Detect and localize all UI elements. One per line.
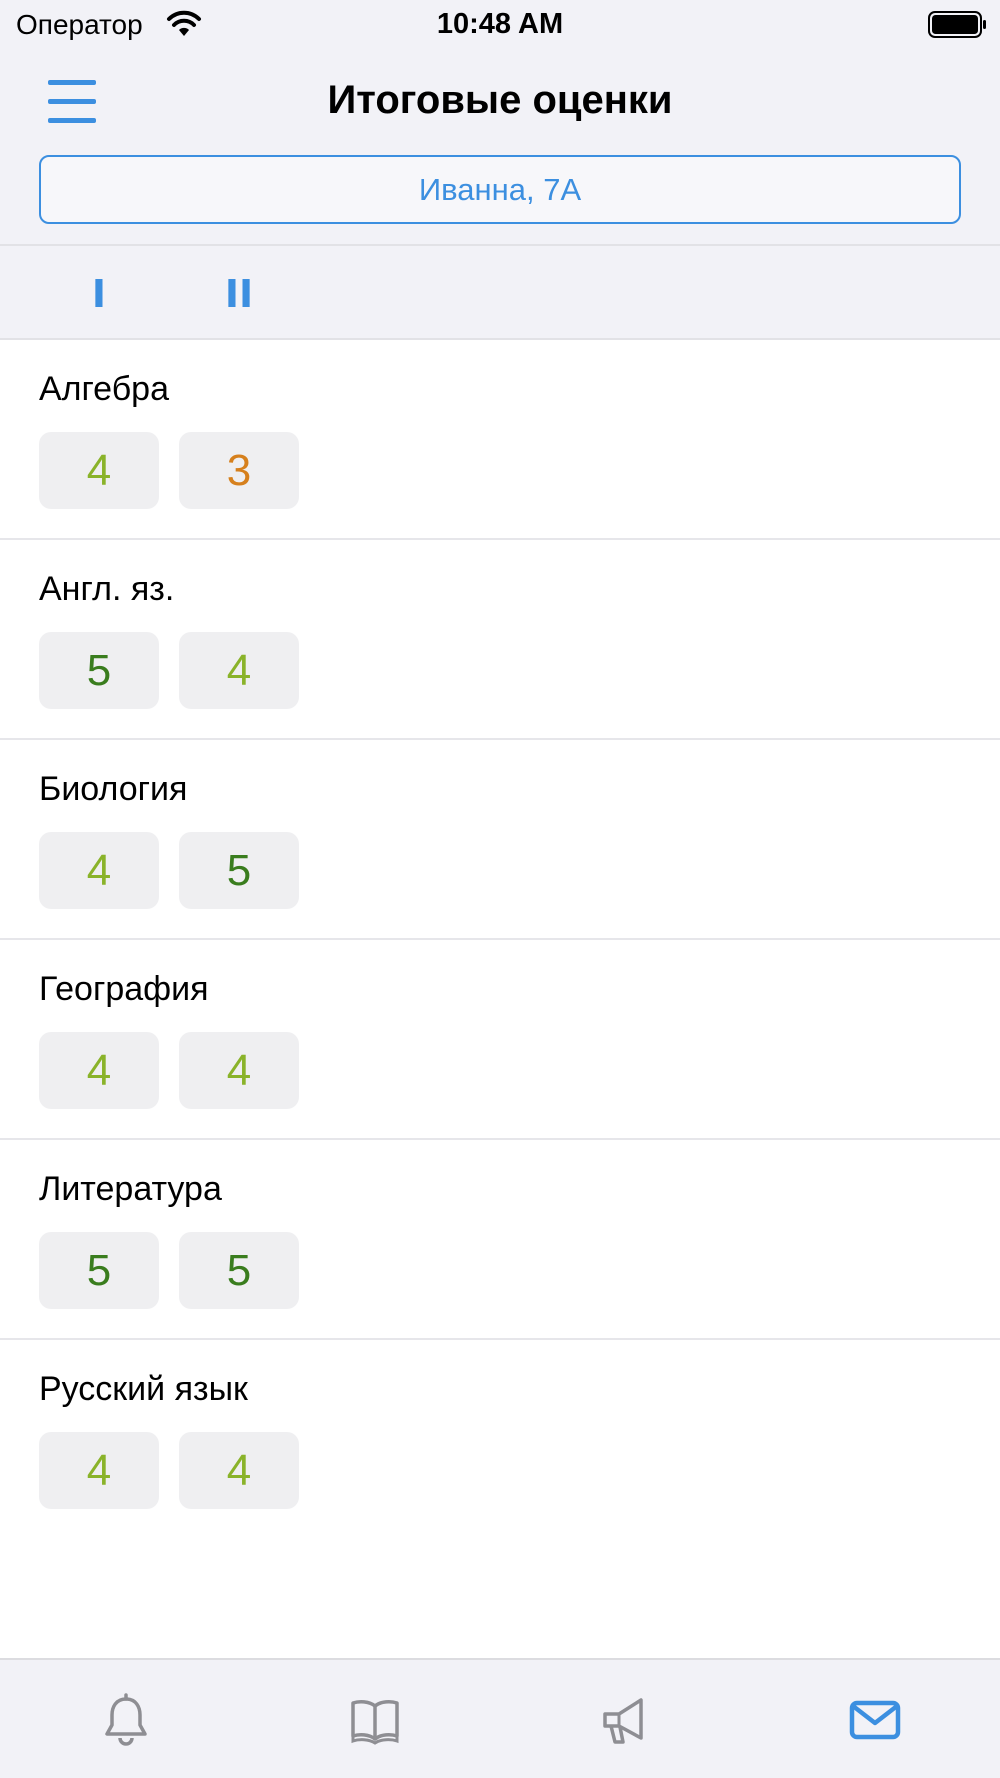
megaphone-icon [603, 1698, 643, 1744]
grade-cell[interactable]: 5 [179, 1232, 299, 1309]
grade-cell[interactable]: 4 [39, 1432, 159, 1509]
tab-diary[interactable] [345, 1690, 405, 1750]
term-tabs: I II [0, 244, 1000, 340]
grade-cell[interactable]: 5 [39, 1232, 159, 1309]
page-title: Итоговые оценки [327, 78, 673, 122]
status-bar: Оператор 10:48 AM [0, 0, 1000, 52]
grade-cell[interactable]: 4 [179, 632, 299, 709]
subject-row: География 4 4 [0, 940, 1000, 1140]
subject-name: Литература [39, 1170, 222, 1208]
subject-row: Алгебра 4 3 [0, 340, 1000, 540]
subject-name: Англ. яз. [39, 570, 175, 608]
grade-cell[interactable]: 3 [179, 432, 299, 509]
subject-row: Литература 5 5 [0, 1140, 1000, 1340]
tab-messages[interactable] [845, 1690, 905, 1750]
tab-term-2[interactable]: II [194, 264, 284, 324]
subject-name: Биология [39, 770, 188, 808]
tab-announcements[interactable] [595, 1690, 655, 1750]
subject-row: Русский язык 4 4 [0, 1340, 1000, 1540]
bell-icon [105, 1693, 147, 1746]
clock: 10:48 AM [436, 8, 564, 40]
navigation-header: Итоговые оценки Иванна, 7А [0, 52, 1000, 244]
subject-name: Русский язык [39, 1370, 248, 1408]
envelope-icon [849, 1700, 901, 1740]
grade-cell[interactable]: 4 [39, 832, 159, 909]
student-selector-button[interactable]: Иванна, 7А [39, 155, 961, 224]
grade-cell[interactable]: 4 [39, 432, 159, 509]
grade-cell[interactable]: 5 [39, 632, 159, 709]
final-grades-screen: Оператор 10:48 AM Итоговые оценки Иванна… [0, 0, 1000, 1778]
bottom-tab-bar [0, 1658, 1000, 1778]
grade-cell[interactable]: 4 [179, 1032, 299, 1109]
subjects-list: Алгебра 4 3 Англ. яз. 5 4 Биология 4 5 Г… [0, 340, 1000, 1540]
grade-cell[interactable]: 5 [179, 832, 299, 909]
battery-icon [928, 11, 986, 38]
book-icon [351, 1700, 399, 1745]
tab-term-1[interactable]: I [54, 264, 144, 324]
grade-cell[interactable]: 4 [179, 1432, 299, 1509]
subject-row: Биология 4 5 [0, 740, 1000, 940]
subject-name: Алгебра [39, 370, 169, 408]
subject-name: География [39, 970, 209, 1008]
subject-row: Англ. яз. 5 4 [0, 540, 1000, 740]
grade-cell[interactable]: 4 [39, 1032, 159, 1109]
tab-notifications[interactable] [96, 1690, 156, 1750]
